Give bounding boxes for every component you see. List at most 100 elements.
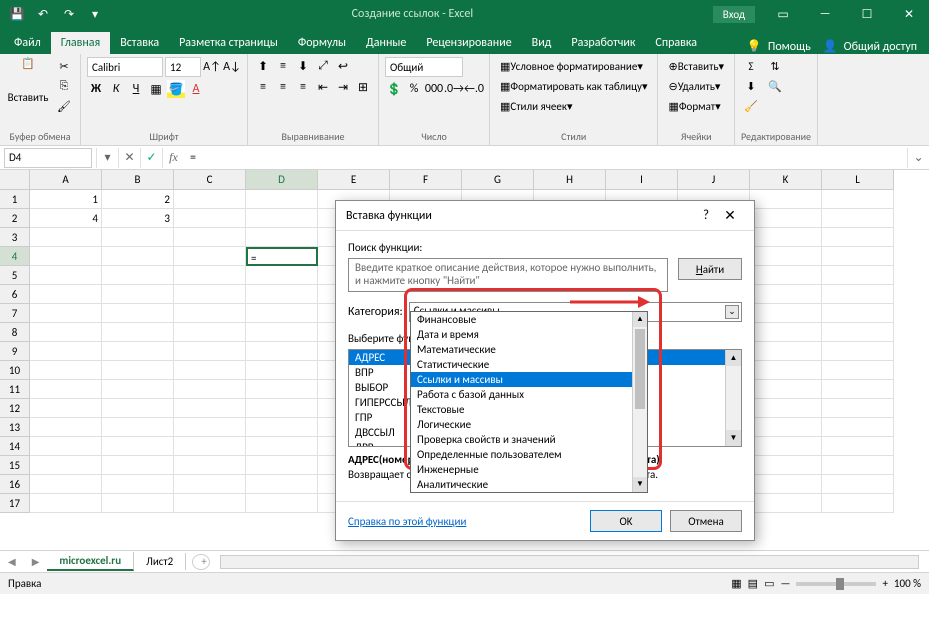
cell[interactable] <box>30 475 102 494</box>
cell[interactable] <box>174 304 246 323</box>
cell[interactable] <box>246 456 318 475</box>
cell[interactable]: 4 <box>30 209 102 228</box>
view-pagebreak-icon[interactable]: ▭ <box>764 577 774 590</box>
italic-button[interactable]: К <box>107 80 125 98</box>
dropdown-item[interactable]: Проверка свойств и значений <box>411 432 647 447</box>
row-header[interactable]: 10 <box>0 361 30 380</box>
copy-icon[interactable]: ⎘ <box>54 77 74 95</box>
dropdown-item[interactable]: Определенные пользователем <box>411 447 647 462</box>
close-icon[interactable]: ✕ <box>889 0 929 28</box>
cell[interactable] <box>30 361 102 380</box>
column-header[interactable]: G <box>462 170 534 190</box>
cell[interactable] <box>246 190 318 209</box>
dropdown-item[interactable]: Работа с базой данных <box>411 387 647 402</box>
column-header[interactable]: A <box>30 170 102 190</box>
undo-icon[interactable]: ↶ <box>32 3 54 25</box>
cell[interactable] <box>822 342 894 361</box>
cell[interactable] <box>750 494 822 513</box>
qat-customize-icon[interactable]: ▾ <box>84 3 106 25</box>
cell[interactable] <box>750 380 822 399</box>
cell[interactable] <box>750 437 822 456</box>
merge-icon[interactable]: ⊞ <box>354 78 372 96</box>
cell[interactable] <box>822 399 894 418</box>
cell[interactable] <box>750 266 822 285</box>
cell[interactable] <box>102 247 174 266</box>
paste-button[interactable]: 📋 Вставить <box>6 57 50 104</box>
column-header[interactable]: K <box>750 170 822 190</box>
cell[interactable] <box>174 266 246 285</box>
name-box-dropdown-icon[interactable]: ▾ <box>96 148 118 168</box>
scroll-up-icon[interactable]: ▲ <box>633 312 647 327</box>
cell[interactable] <box>30 342 102 361</box>
cell[interactable] <box>102 437 174 456</box>
column-header[interactable]: H <box>534 170 606 190</box>
login-button[interactable]: Вход <box>713 6 755 23</box>
cell[interactable] <box>246 361 318 380</box>
dialog-close-icon[interactable]: ✕ <box>716 207 744 224</box>
cell[interactable] <box>750 209 822 228</box>
orientation-icon[interactable]: ⤢ <box>314 57 332 75</box>
cell[interactable] <box>750 190 822 209</box>
cell[interactable] <box>750 361 822 380</box>
cell[interactable] <box>30 456 102 475</box>
scroll-down-icon[interactable]: ▼ <box>726 430 741 446</box>
formula-input[interactable] <box>184 148 907 168</box>
cell[interactable] <box>822 475 894 494</box>
cell[interactable] <box>822 418 894 437</box>
currency-icon[interactable]: 💲 <box>385 80 403 98</box>
cell[interactable] <box>750 323 822 342</box>
cell[interactable] <box>174 494 246 513</box>
dropdown-item[interactable]: Текстовые <box>411 402 647 417</box>
format-as-table-button[interactable]: ▦ Форматировать как таблицу ▾ <box>496 77 651 95</box>
cell[interactable] <box>822 190 894 209</box>
cell[interactable] <box>174 228 246 247</box>
insert-cells-button[interactable]: ⊕ Вставить ▾ <box>664 57 728 75</box>
share-button[interactable]: 👤 Общий доступ <box>823 39 929 54</box>
dropdown-item[interactable]: Математические <box>411 342 647 357</box>
cell[interactable] <box>246 399 318 418</box>
cell[interactable] <box>30 380 102 399</box>
cancel-button[interactable]: Отмена <box>670 510 742 532</box>
cell[interactable] <box>102 342 174 361</box>
cell[interactable] <box>174 342 246 361</box>
increase-font-icon[interactable]: A↑ <box>203 58 221 76</box>
dropdown-item[interactable]: Дата и время <box>411 327 647 342</box>
tab-review[interactable]: Рецензирование <box>416 32 521 54</box>
cell[interactable] <box>822 285 894 304</box>
enter-formula-icon[interactable]: ✓ <box>140 148 162 168</box>
maximize-icon[interactable]: ☐ <box>847 0 887 28</box>
cell[interactable] <box>750 399 822 418</box>
tab-home[interactable]: Главная <box>51 32 110 54</box>
cell[interactable] <box>246 418 318 437</box>
cell[interactable] <box>174 285 246 304</box>
cell[interactable] <box>750 342 822 361</box>
chevron-down-icon[interactable]: ⌄ <box>725 305 739 319</box>
cell[interactable] <box>246 285 318 304</box>
cell[interactable] <box>30 228 102 247</box>
dropdown-scrollbar[interactable]: ▲ ▼ <box>632 312 647 492</box>
scroll-up-icon[interactable]: ▲ <box>726 350 741 366</box>
increase-decimal-icon[interactable]: .0→ <box>445 80 463 98</box>
cell[interactable] <box>822 209 894 228</box>
cell[interactable] <box>174 190 246 209</box>
fill-icon[interactable]: ⬇ <box>741 77 761 95</box>
cell[interactable] <box>174 456 246 475</box>
tab-help[interactable]: Справка <box>645 32 707 54</box>
cell[interactable] <box>174 437 246 456</box>
cell[interactable] <box>174 209 246 228</box>
column-header[interactable]: D <box>246 170 318 190</box>
align-middle-icon[interactable]: ≡ <box>274 57 292 75</box>
tab-file[interactable]: Файл <box>4 32 51 54</box>
tab-view[interactable]: Вид <box>522 32 562 54</box>
find-button[interactable]: Найти <box>678 258 742 280</box>
cell[interactable] <box>30 323 102 342</box>
align-left-icon[interactable]: ≡ <box>254 78 272 96</box>
cell[interactable] <box>246 209 318 228</box>
view-normal-icon[interactable]: ▦ <box>731 577 741 590</box>
sheet-tab-other[interactable]: Лист2 <box>134 553 186 570</box>
cell[interactable] <box>246 323 318 342</box>
dropdown-item[interactable]: Аналитические <box>411 477 647 492</box>
decrease-decimal-icon[interactable]: ←.0 <box>465 80 483 98</box>
cell[interactable] <box>30 437 102 456</box>
tab-developer[interactable]: Разработчик <box>561 32 645 54</box>
